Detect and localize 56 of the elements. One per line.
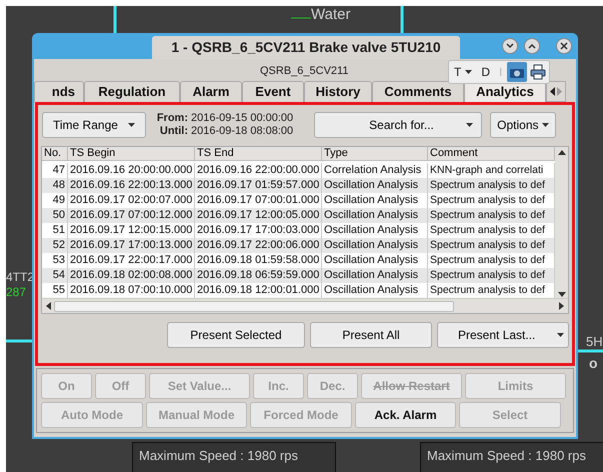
window-title: 1 - QSRB_6_5CV211 Brake valve 5TU210 xyxy=(152,36,460,59)
column-header[interactable]: TS Begin xyxy=(68,147,195,161)
arrow-right-icon xyxy=(557,87,562,96)
options-dropdown[interactable]: Options xyxy=(490,112,556,138)
device-name: QSRB_6_5CV211 xyxy=(260,64,348,79)
action-button[interactable]: Present Selected xyxy=(167,322,305,348)
tab[interactable]: Event xyxy=(242,81,304,102)
action-button[interactable]: Present Last... xyxy=(437,322,569,348)
toolbar-button[interactable]: T xyxy=(450,62,476,82)
caret-icon xyxy=(466,123,474,127)
from-value: 2016-09-15 00:00:00 xyxy=(191,112,294,125)
column-header[interactable]: Type xyxy=(322,147,428,161)
tab[interactable]: Comments xyxy=(372,81,464,102)
from-label: From: xyxy=(156,112,188,125)
horizontal-scrollbar[interactable] xyxy=(42,298,568,313)
tab[interactable]: Alarm xyxy=(180,81,242,102)
command-button[interactable]: Ack. Alarm xyxy=(355,402,456,428)
scroll-up-icon xyxy=(558,150,566,155)
print-button[interactable] xyxy=(528,62,548,82)
until-value: 2016-09-18 08:08:00 xyxy=(191,125,294,138)
minimize-button[interactable] xyxy=(502,38,518,54)
scroll-right-icon xyxy=(559,302,564,310)
tab[interactable]: Regulation xyxy=(84,81,180,102)
camera-icon xyxy=(510,66,524,78)
chevron-up-icon xyxy=(528,43,536,49)
chevron-down-icon xyxy=(506,43,514,49)
column-header[interactable]: No. xyxy=(42,147,68,161)
toolbar-button[interactable]: D xyxy=(477,62,494,82)
diagram-label: Water xyxy=(311,6,350,23)
close-icon xyxy=(560,42,568,50)
scrollbar-thumb[interactable] xyxy=(54,300,454,312)
maximize-button[interactable] xyxy=(524,38,540,54)
scroll-left-icon xyxy=(46,302,51,310)
tab[interactable]: nds xyxy=(34,81,84,102)
caret-icon xyxy=(542,123,550,127)
speed-text: Maximum Speed : 1980 rps xyxy=(427,448,587,463)
time-range-dropdown[interactable]: Time Range xyxy=(42,112,146,138)
diagram-label: o xyxy=(589,354,598,373)
caret-icon xyxy=(465,70,472,74)
caret-icon xyxy=(128,123,135,127)
action-button[interactable]: Present All xyxy=(310,322,432,348)
camera-button[interactable] xyxy=(507,62,528,82)
vertical-scrollbar[interactable] xyxy=(555,147,568,300)
search-dropdown[interactable]: Search for... xyxy=(314,112,482,138)
speed-text: Maximum Speed : 1980 rps xyxy=(139,448,299,463)
column-header[interactable]: Comment xyxy=(428,147,555,161)
tab-scroll-arrows[interactable] xyxy=(546,81,566,102)
tab[interactable]: History xyxy=(304,81,372,102)
close-button[interactable] xyxy=(556,38,572,54)
caret-icon xyxy=(557,333,564,337)
until-label: Until: xyxy=(158,125,188,138)
column-header[interactable]: TS End xyxy=(195,147,322,161)
printer-icon xyxy=(530,64,546,80)
arrow-left-icon xyxy=(550,87,555,96)
diagram-label: 287 xyxy=(6,284,26,301)
diagram-label: 5H xyxy=(586,333,603,351)
